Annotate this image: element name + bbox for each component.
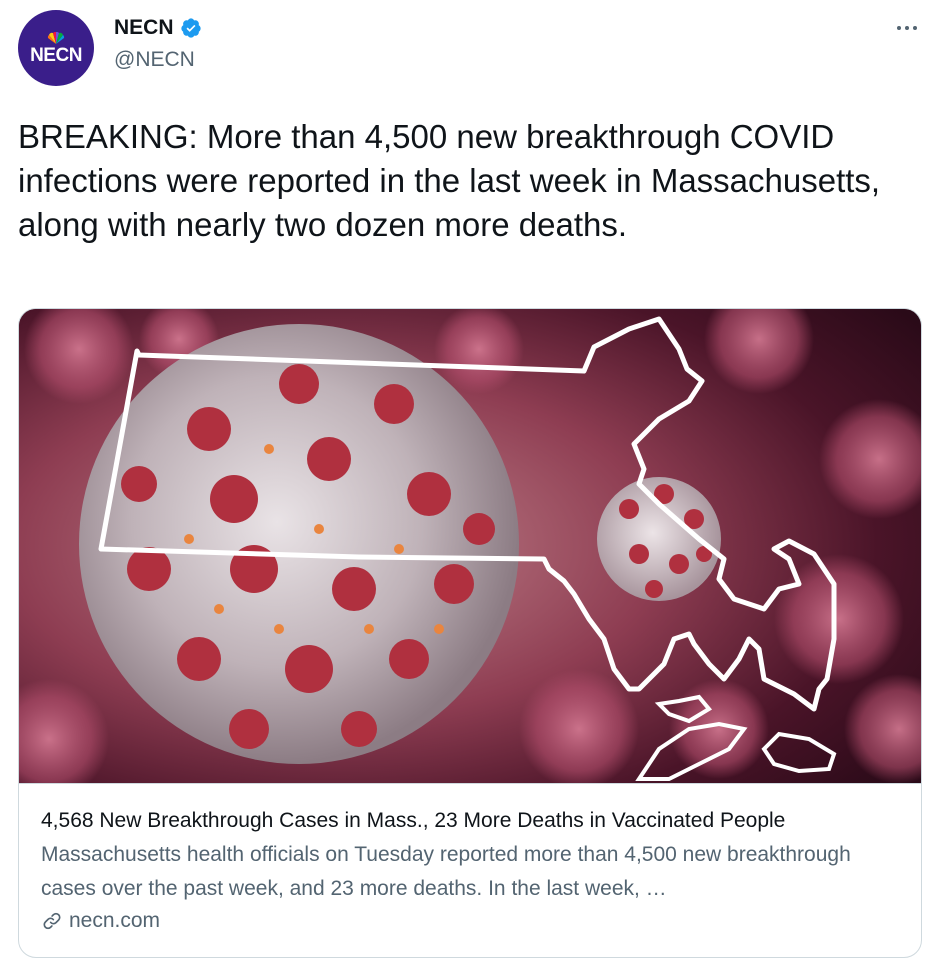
account-handle[interactable]: @NECN	[114, 48, 202, 72]
more-options-icon[interactable]	[894, 20, 920, 36]
tweet-header: NECN NECN @NECN	[18, 10, 924, 90]
card-body[interactable]: 4,568 New Breakthrough Cases in Mass., 2…	[19, 783, 921, 957]
peacock-logo-icon	[47, 31, 65, 44]
tweet-text: BREAKING: More than 4,500 new breakthrou…	[18, 118, 881, 243]
card-title[interactable]: 4,568 New Breakthrough Cases in Mass., 2…	[41, 806, 901, 836]
card-image-graphic	[19, 309, 921, 783]
account-names: NECN @NECN	[114, 16, 202, 72]
verified-badge-icon	[180, 18, 201, 38]
more-dot	[913, 26, 917, 30]
avatar[interactable]: NECN	[18, 10, 94, 86]
more-dot	[905, 26, 909, 30]
covid-virus-massachusetts-map-image[interactable]	[19, 309, 921, 783]
card-description: Massachusetts health officials on Tuesda…	[41, 843, 851, 900]
display-name-row[interactable]: NECN	[114, 16, 202, 40]
avatar-logo-text: NECN	[30, 44, 82, 66]
link-card[interactable]: 4,568 New Breakthrough Cases in Mass., 2…	[18, 308, 922, 958]
more-dot	[897, 26, 901, 30]
display-name[interactable]: NECN	[114, 16, 174, 40]
card-domain-row[interactable]: necn.com	[41, 906, 901, 936]
link-icon	[43, 912, 61, 930]
card-domain[interactable]: necn.com	[69, 906, 160, 936]
